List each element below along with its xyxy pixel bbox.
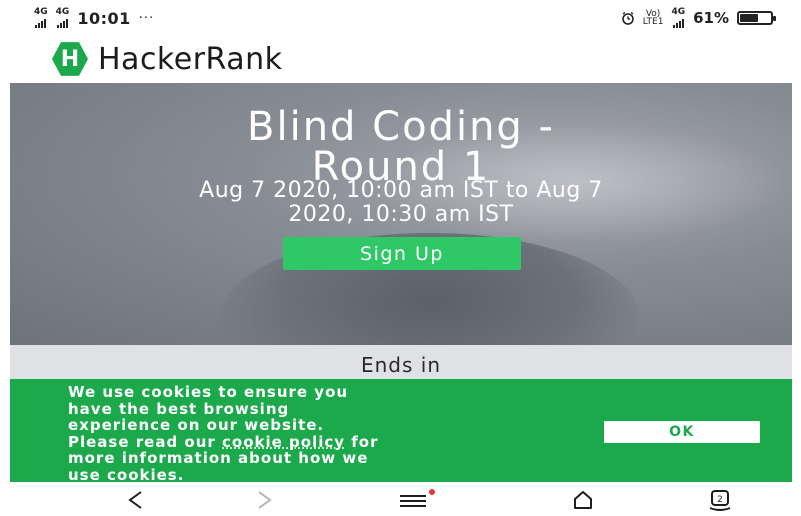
cookie-banner: We use cookies to ensure you have the be… — [10, 379, 792, 483]
hackerrank-logo-icon[interactable]: H — [52, 42, 88, 76]
cookie-line-5: more information about how we — [68, 449, 369, 467]
forward-button[interactable] — [250, 486, 280, 514]
tabs-icon: 2 — [709, 490, 731, 511]
tabs-count: 2 — [717, 495, 723, 505]
cookie-line-3: experience on our website. — [68, 416, 325, 434]
cookie-line-4-pre: Please read our — [68, 432, 223, 451]
sign-up-button[interactable]: Sign Up — [283, 237, 521, 270]
battery-percent: 61% — [693, 9, 729, 27]
cookie-line-2: have the best browsing — [68, 399, 290, 418]
contest-title: Blind Coding - Round 1 — [10, 107, 792, 187]
battery-fill — [740, 14, 759, 22]
chevron-left-icon — [128, 491, 142, 509]
more-notifications-icon: ··· — [138, 10, 155, 26]
volte-indicator: Vo) LTE1 — [642, 10, 664, 27]
network-label-3: 4G — [671, 7, 686, 17]
countdown-section: Ends in — [10, 345, 792, 379]
contest-hero: Blind Coding - Round 1 Aug 7 2020, 10:00… — [10, 83, 792, 345]
alarm-icon — [621, 11, 634, 25]
status-bar: 4G 4G 10:01 ··· Vo) LTE1 4G 61% — [0, 0, 801, 36]
contest-dates-line-1: Aug 7 2020, 10:00 am IST to Aug 7 — [199, 178, 603, 203]
menu-button[interactable] — [396, 486, 436, 514]
cookie-line-6: use cookies. — [68, 465, 185, 484]
site-header: H HackerRank — [0, 36, 801, 82]
contest-dates: Aug 7 2020, 10:00 am IST to Aug 7 2020, … — [10, 179, 792, 227]
network-label-1: 4G — [34, 7, 48, 17]
cookie-line-1: We use cookies to ensure you — [68, 383, 349, 401]
contest-dates-line-2: 2020, 10:30 am IST — [288, 202, 514, 227]
status-left: 4G 4G 10:01 ··· — [34, 8, 154, 28]
cookie-policy-link[interactable]: cookie policy — [222, 433, 345, 451]
signal-icon — [35, 17, 47, 28]
status-right: Vo) LTE1 4G 61% — [621, 8, 776, 28]
menu-icon — [400, 489, 435, 507]
lte-label: LTE1 — [642, 17, 664, 27]
network-indicator-3: 4G — [671, 8, 685, 28]
home-button[interactable] — [568, 486, 598, 514]
signal-icon — [672, 17, 684, 28]
network-label-2: 4G — [55, 7, 70, 17]
browser-nav-bar: 2 — [0, 484, 801, 516]
clock-time: 10:01 — [77, 8, 131, 28]
tabs-button[interactable]: 2 — [705, 486, 735, 514]
countdown-label: Ends in — [360, 353, 442, 377]
back-button[interactable] — [120, 486, 150, 514]
battery-icon — [737, 11, 776, 25]
cookie-message: We use cookies to ensure you have the be… — [68, 384, 538, 483]
brand-name[interactable]: HackerRank — [98, 42, 283, 77]
signal-icon — [56, 17, 68, 28]
network-indicator-2: 4G — [55, 7, 70, 28]
cookie-line-4-post: for — [345, 432, 379, 451]
logo-letter: H — [60, 46, 80, 72]
home-icon — [574, 491, 592, 509]
chevron-right-icon — [258, 491, 272, 509]
notification-dot — [429, 489, 435, 495]
contest-title-line-1: Blind Coding - — [247, 104, 555, 150]
cookie-ok-button[interactable]: OK — [604, 421, 760, 443]
network-indicator-1: 4G — [34, 8, 48, 28]
